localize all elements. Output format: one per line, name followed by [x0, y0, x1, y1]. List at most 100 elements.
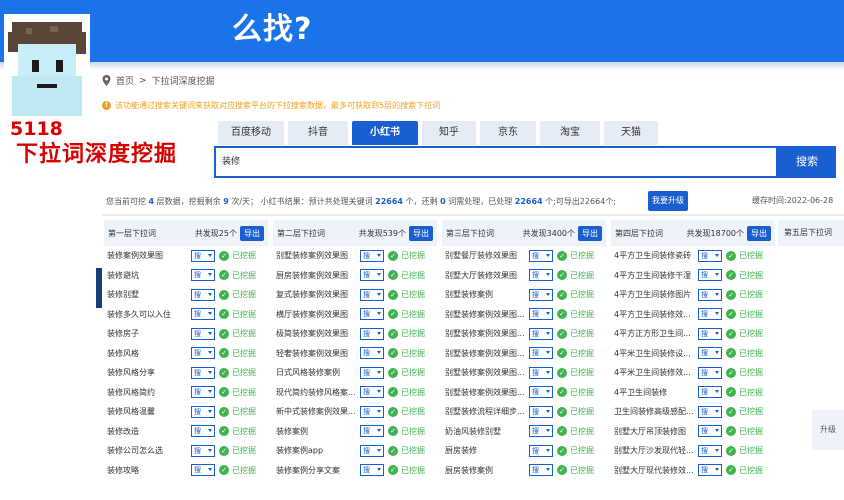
keyword-text[interactable]: 轻奢装修案例效果图: [276, 348, 360, 359]
keyword-text[interactable]: 日式风格装修案例: [276, 367, 360, 378]
search-select[interactable]: 搜: [529, 386, 553, 399]
keyword-text[interactable]: 装修风格: [107, 348, 191, 359]
search-select[interactable]: 搜: [360, 425, 384, 438]
tab-taobao[interactable]: 淘宝: [540, 121, 600, 145]
search-select[interactable]: 搜: [191, 425, 215, 438]
keyword-text[interactable]: 4平方卫生间装修干湿: [614, 270, 698, 281]
keyword-text[interactable]: 别墅装修案例效果图...: [445, 309, 529, 320]
keyword-text[interactable]: 横厅装修案例效果图: [276, 309, 360, 320]
search-select[interactable]: 搜: [698, 366, 722, 379]
keyword-text[interactable]: 极简装修案例效果图: [276, 328, 360, 339]
keyword-text[interactable]: 别墅装修流程详细步...: [445, 406, 529, 417]
keyword-text[interactable]: 奶油风装修别墅: [445, 426, 529, 437]
export-button[interactable]: 导出: [578, 225, 602, 241]
search-select[interactable]: 搜: [698, 288, 722, 301]
search-select[interactable]: 搜: [698, 425, 722, 438]
export-button[interactable]: 导出: [240, 225, 264, 241]
upgrade-button[interactable]: 我要升级: [648, 191, 688, 211]
search-select[interactable]: 搜: [191, 327, 215, 340]
search-select[interactable]: 搜: [698, 327, 722, 340]
search-select[interactable]: 搜: [698, 405, 722, 418]
keyword-text[interactable]: 现代简约装修风格案...: [276, 387, 360, 398]
keyword-text[interactable]: 装修别墅: [107, 289, 191, 300]
keyword-text[interactable]: 装修房子: [107, 328, 191, 339]
search-select[interactable]: 搜: [698, 269, 722, 282]
search-select[interactable]: 搜: [698, 386, 722, 399]
keyword-text[interactable]: 卫生间装修高级感配...: [614, 406, 698, 417]
search-select[interactable]: 搜: [698, 464, 722, 477]
keyword-text[interactable]: 装修多久可以入住: [107, 309, 191, 320]
side-upgrade-button[interactable]: 升级: [812, 410, 844, 450]
keyword-text[interactable]: 装修风格分享: [107, 367, 191, 378]
search-select[interactable]: 搜: [191, 269, 215, 282]
export-button[interactable]: 导出: [747, 225, 771, 241]
tab-jingdong[interactable]: 京东: [480, 121, 536, 145]
search-select[interactable]: 搜: [191, 444, 215, 457]
keyword-text[interactable]: 别墅大厅沙发现代轻...: [614, 445, 698, 456]
search-select[interactable]: 搜: [191, 366, 215, 379]
search-select[interactable]: 搜: [360, 308, 384, 321]
search-input[interactable]: 装修: [214, 146, 778, 178]
keyword-text[interactable]: 别墅大厅现代装修效...: [614, 465, 698, 476]
keyword-text[interactable]: 别墅装修案例效果图...: [445, 387, 529, 398]
search-select[interactable]: 搜: [529, 288, 553, 301]
search-select[interactable]: 搜: [529, 249, 553, 262]
keyword-text[interactable]: 装修公司怎么选: [107, 445, 191, 456]
search-select[interactable]: 搜: [191, 288, 215, 301]
search-select[interactable]: 搜: [529, 347, 553, 360]
tab-tmall[interactable]: 天猫: [604, 121, 658, 145]
keyword-text[interactable]: 厨房装修: [445, 445, 529, 456]
search-select[interactable]: 搜: [698, 444, 722, 457]
tab-baidu-mobile[interactable]: 百度移动: [218, 121, 284, 145]
keyword-text[interactable]: 厨房装修案例效果图: [276, 270, 360, 281]
search-select[interactable]: 搜: [360, 327, 384, 340]
keyword-text[interactable]: 复式装修案例效果图: [276, 289, 360, 300]
search-select[interactable]: 搜: [360, 386, 384, 399]
keyword-text[interactable]: 装修案例效果图: [107, 250, 191, 261]
search-select[interactable]: 搜: [360, 366, 384, 379]
keyword-text[interactable]: 装修风格简约: [107, 387, 191, 398]
search-select[interactable]: 搜: [698, 347, 722, 360]
keyword-text[interactable]: 别墅装修案例效果图...: [445, 348, 529, 359]
keyword-text[interactable]: 别墅餐厅装修效果图: [445, 250, 529, 261]
search-select[interactable]: 搜: [529, 327, 553, 340]
keyword-text[interactable]: 4平米卫生间装修效...: [614, 367, 698, 378]
search-select[interactable]: 搜: [191, 405, 215, 418]
keyword-text[interactable]: 装修改造: [107, 426, 191, 437]
tab-douyin[interactable]: 抖音: [288, 121, 348, 145]
keyword-text[interactable]: 4平方正方形卫生间...: [614, 328, 698, 339]
search-select[interactable]: 搜: [529, 425, 553, 438]
keyword-text[interactable]: 别墅装修案例效果图...: [445, 367, 529, 378]
search-select[interactable]: 搜: [191, 308, 215, 321]
search-select[interactable]: 搜: [360, 444, 384, 457]
keyword-text[interactable]: 4平米卫生间装修设...: [614, 348, 698, 359]
keyword-text[interactable]: 4平方卫生间装修瓷砖: [614, 250, 698, 261]
search-select[interactable]: 搜: [191, 347, 215, 360]
search-select[interactable]: 搜: [360, 347, 384, 360]
search-select[interactable]: 搜: [191, 464, 215, 477]
keyword-text[interactable]: 装修案例分享文案: [276, 465, 360, 476]
search-select[interactable]: 搜: [191, 386, 215, 399]
search-select[interactable]: 搜: [529, 405, 553, 418]
keyword-text[interactable]: 别墅大厅吊顶装修图: [614, 426, 698, 437]
tab-xiaohongshu[interactable]: 小红书: [352, 121, 418, 145]
search-select[interactable]: 搜: [360, 288, 384, 301]
keyword-text[interactable]: 装修案例app: [276, 445, 360, 456]
keyword-text[interactable]: 4平方卫生间装修图片: [614, 289, 698, 300]
export-button[interactable]: 导出: [409, 225, 433, 241]
search-select[interactable]: 搜: [360, 249, 384, 262]
keyword-text[interactable]: 厨房装修案例: [445, 465, 529, 476]
keyword-text[interactable]: 4平卫生间装修: [614, 387, 698, 398]
search-select[interactable]: 搜: [529, 464, 553, 477]
search-select[interactable]: 搜: [529, 444, 553, 457]
search-select[interactable]: 搜: [698, 308, 722, 321]
breadcrumb-home[interactable]: 首页: [116, 74, 134, 87]
left-collapse-tab[interactable]: [96, 268, 102, 308]
keyword-text[interactable]: 别墅装修案例效果图: [276, 250, 360, 261]
keyword-text[interactable]: 装修风格温馨: [107, 406, 191, 417]
search-select[interactable]: 搜: [529, 269, 553, 282]
tab-zhihu[interactable]: 知乎: [422, 121, 476, 145]
search-select[interactable]: 搜: [191, 249, 215, 262]
search-select[interactable]: 搜: [529, 308, 553, 321]
search-select[interactable]: 搜: [698, 249, 722, 262]
